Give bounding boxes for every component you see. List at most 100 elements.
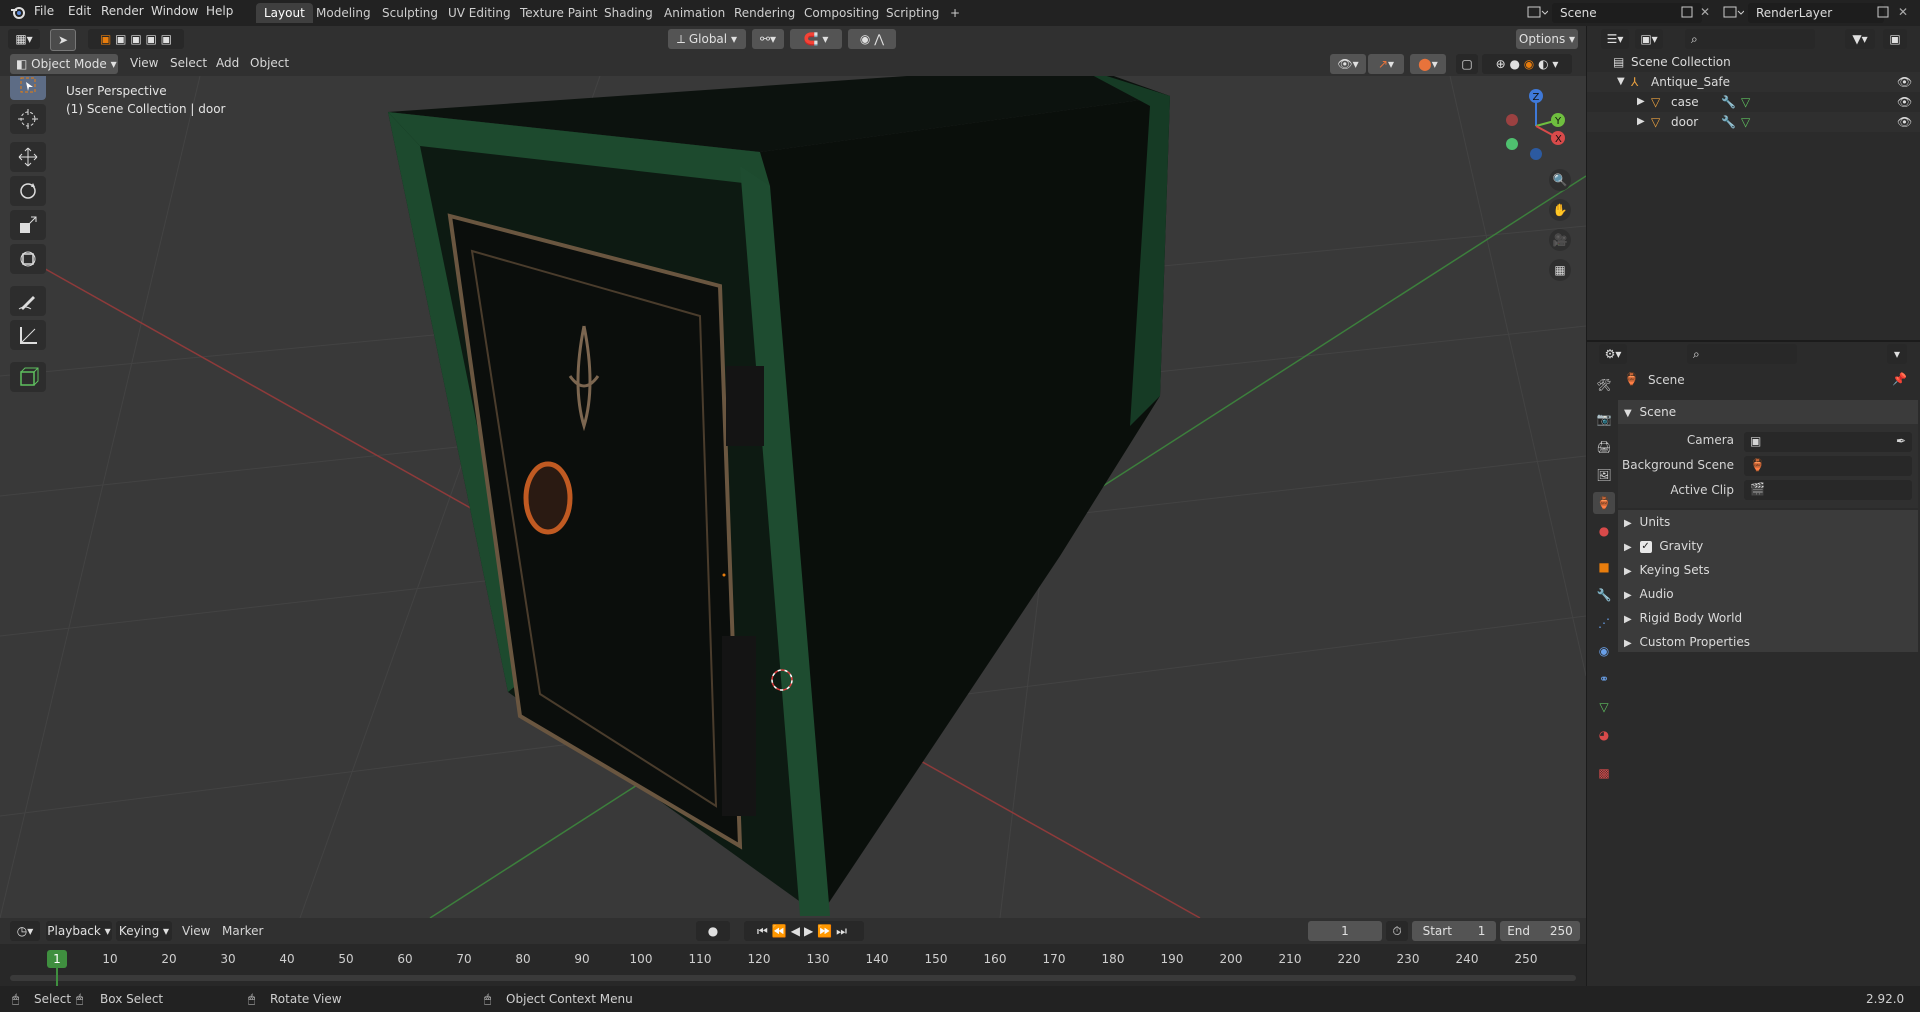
view-layer-icon[interactable] bbox=[1722, 4, 1745, 23]
snap-toggle[interactable]: 🧲 ▾ bbox=[790, 29, 842, 49]
constraints-tab-icon[interactable]: ⚭ bbox=[1593, 668, 1615, 690]
current-frame-field[interactable]: 1 bbox=[1308, 921, 1382, 941]
audio-panel-header[interactable]: ▶ Audio bbox=[1618, 582, 1918, 606]
navigation-gizmo[interactable]: Z Y X bbox=[1498, 86, 1568, 166]
tab-sculpting[interactable]: Sculpting bbox=[374, 3, 446, 23]
outliner-row-door[interactable]: ▶ ▽ door 🔧 ▽ 👁 bbox=[1587, 112, 1920, 132]
tab-rendering[interactable]: Rendering bbox=[726, 3, 803, 23]
cursor-tool[interactable] bbox=[10, 104, 46, 134]
viewport-menu-object[interactable]: Object bbox=[250, 56, 289, 70]
particles-tab-icon[interactable]: ⋰ bbox=[1593, 612, 1615, 634]
viewport-menu-add[interactable]: Add bbox=[216, 56, 239, 70]
transform-orientation-dropdown[interactable]: ⟂ Global ▾ bbox=[668, 29, 746, 49]
tab-animation[interactable]: Animation bbox=[656, 3, 733, 23]
visibility-eye-icon[interactable]: 👁 bbox=[1897, 72, 1912, 92]
tab-modeling[interactable]: Modeling bbox=[308, 3, 379, 23]
zoom-icon[interactable]: 🔍 bbox=[1549, 169, 1571, 191]
timeline-scrollbar[interactable] bbox=[10, 975, 1576, 981]
start-frame-field[interactable]: Start 1 bbox=[1412, 921, 1496, 941]
eyedropper-icon[interactable]: ✒ bbox=[1896, 434, 1906, 448]
properties-options-icon[interactable]: ▾ bbox=[1887, 344, 1907, 364]
playback-controls[interactable]: ⏮⏪◀▶⏩⏭ bbox=[744, 921, 864, 941]
visibility-eye-icon[interactable]: 👁 bbox=[1897, 92, 1912, 112]
annotate-tool[interactable] bbox=[10, 286, 46, 316]
scene-tab-icon[interactable]: 🏺 bbox=[1593, 492, 1615, 514]
camera-view-icon[interactable]: 🎥 bbox=[1549, 229, 1571, 251]
preview-range-icon[interactable]: ⏱ bbox=[1386, 921, 1408, 941]
visibility-eye-icon[interactable]: 👁 bbox=[1897, 112, 1912, 132]
material-tab-icon[interactable]: ◕ bbox=[1593, 724, 1615, 746]
render-tab-icon[interactable]: 📷 bbox=[1593, 408, 1615, 430]
viewport-menu-select[interactable]: Select bbox=[170, 56, 207, 70]
tab-scripting[interactable]: Scripting bbox=[878, 3, 947, 23]
transform-tool[interactable] bbox=[10, 244, 46, 274]
rotate-tool[interactable] bbox=[10, 176, 46, 206]
keying-menu[interactable]: Keying ▾ bbox=[116, 921, 172, 941]
pivot-point-icon[interactable]: ⚯▾ bbox=[752, 29, 784, 49]
background-scene-field[interactable]: 🏺 bbox=[1744, 456, 1912, 476]
tab-texture-paint[interactable]: Texture Paint bbox=[512, 3, 605, 23]
menu-help[interactable]: Help bbox=[206, 4, 233, 18]
record-button[interactable]: ● bbox=[696, 921, 730, 941]
visibility-icon[interactable]: 👁▾ bbox=[1330, 54, 1366, 74]
display-mode-icon[interactable]: ▣▾ bbox=[1635, 29, 1663, 49]
texture-tab-icon[interactable]: ▩ bbox=[1593, 762, 1615, 784]
add-cube-tool[interactable] bbox=[10, 362, 46, 392]
tab-layout[interactable]: Layout bbox=[256, 3, 313, 23]
scale-tool[interactable] bbox=[10, 210, 46, 240]
3d-viewport[interactable]: User Perspective (1) Scene Collection | … bbox=[0, 76, 1586, 918]
menu-window[interactable]: Window bbox=[151, 4, 198, 18]
outliner-row-scene-collection[interactable]: ▤ Scene Collection bbox=[1587, 52, 1920, 72]
tab-shading[interactable]: Shading bbox=[596, 3, 661, 23]
pin-icon[interactable]: 📌 bbox=[1892, 372, 1907, 386]
timeline-editor-type-icon[interactable]: ◷▾ bbox=[10, 921, 40, 941]
menu-render[interactable]: Render bbox=[101, 4, 144, 18]
custom-properties-panel-header[interactable]: ▶ Custom Properties bbox=[1618, 630, 1918, 652]
scene-panel-header[interactable]: ▼ Scene bbox=[1618, 400, 1918, 424]
delete-view-layer-icon[interactable]: ✕ bbox=[1898, 5, 1908, 19]
view-layer-tab-icon[interactable]: 🖼 bbox=[1593, 464, 1615, 486]
selection-mode-buttons[interactable]: ▣ ▣ ▣ ▣ ▣ bbox=[88, 29, 184, 49]
properties-editor-type-icon[interactable]: ⚙▾ bbox=[1599, 344, 1627, 364]
playback-menu[interactable]: Playback ▾ bbox=[46, 921, 112, 941]
new-collection-icon[interactable]: ▣ bbox=[1883, 29, 1907, 49]
rigid-body-world-panel-header[interactable]: ▶ Rigid Body World bbox=[1618, 606, 1918, 630]
outliner-row-case[interactable]: ▶ ▽ case 🔧 ▽ 👁 bbox=[1587, 92, 1920, 112]
tool-tab-icon[interactable]: 🛠 bbox=[1593, 374, 1615, 396]
blender-logo-icon[interactable] bbox=[10, 4, 26, 23]
expand-chevron-icon[interactable]: ▼ bbox=[1617, 72, 1625, 92]
gravity-panel-header[interactable]: ▶ ✓ Gravity bbox=[1618, 534, 1918, 558]
outliner-search-input[interactable]: ⌕ bbox=[1685, 29, 1815, 49]
new-view-layer-icon[interactable] bbox=[1876, 5, 1890, 22]
object-data-tab-icon[interactable]: ▽ bbox=[1593, 696, 1615, 718]
proportional-edit-icon[interactable]: ◉ ⋀ bbox=[848, 29, 896, 49]
antique-safe-model[interactable] bbox=[388, 76, 1170, 916]
camera-field[interactable]: ▣ ✒ bbox=[1744, 432, 1912, 452]
object-mode-dropdown[interactable]: ◧ Object Mode ▾ bbox=[10, 54, 118, 74]
object-tab-icon[interactable]: ■ bbox=[1593, 556, 1615, 578]
gravity-checkbox[interactable]: ✓ bbox=[1639, 540, 1652, 553]
filter-icon[interactable]: ▼▾ bbox=[1845, 29, 1875, 49]
overlays-toggle[interactable]: ⬤▾ bbox=[1410, 54, 1446, 74]
select-mode-icon[interactable]: ➤ bbox=[50, 29, 76, 51]
pan-icon[interactable]: ✋ bbox=[1549, 199, 1571, 221]
move-tool[interactable] bbox=[10, 142, 46, 172]
outliner-editor-type-icon[interactable]: ☰▾ bbox=[1601, 29, 1629, 49]
active-clip-field[interactable]: 🎬 bbox=[1744, 480, 1912, 500]
timeline-marker-menu[interactable]: Marker bbox=[222, 924, 263, 938]
world-tab-icon[interactable]: ● bbox=[1593, 520, 1615, 542]
tab-compositing[interactable]: Compositing bbox=[796, 3, 887, 23]
view-layer-selector[interactable]: RenderLayer bbox=[1748, 3, 1884, 23]
properties-search-input[interactable]: ⌕ bbox=[1687, 344, 1797, 364]
end-frame-field[interactable]: End 250 bbox=[1500, 921, 1580, 941]
modifier-tab-icon[interactable]: 🔧 bbox=[1593, 584, 1615, 606]
menu-file[interactable]: File bbox=[34, 4, 54, 18]
add-workspace-button[interactable]: + bbox=[942, 3, 968, 23]
viewport-menu-view[interactable]: View bbox=[130, 56, 158, 70]
editor-type-icon[interactable]: ▦▾ bbox=[8, 29, 40, 49]
physics-tab-icon[interactable]: ◉ bbox=[1593, 640, 1615, 662]
keying-sets-panel-header[interactable]: ▶ Keying Sets bbox=[1618, 558, 1918, 582]
shading-mode-buttons[interactable]: ⊕ ● ◉ ◐ ▾ bbox=[1482, 54, 1572, 74]
scene-icon[interactable] bbox=[1526, 4, 1549, 23]
tab-uv-editing[interactable]: UV Editing bbox=[440, 3, 519, 23]
